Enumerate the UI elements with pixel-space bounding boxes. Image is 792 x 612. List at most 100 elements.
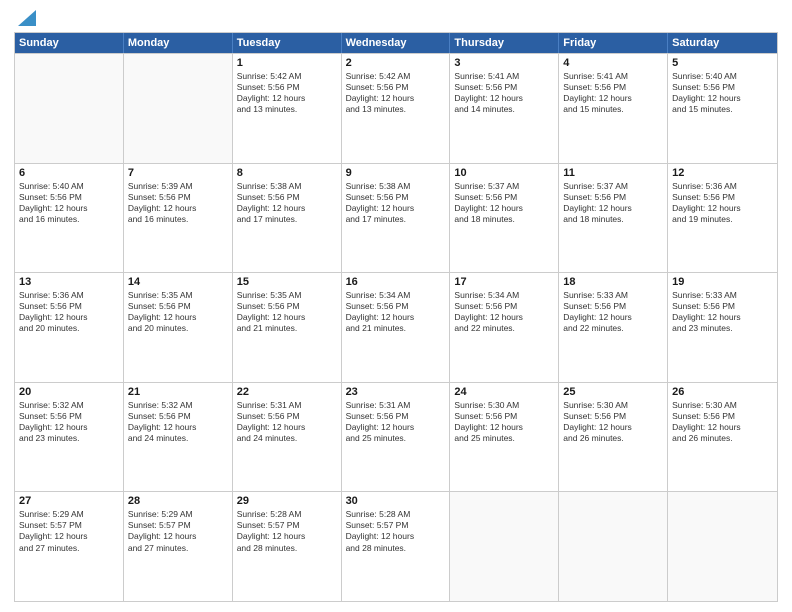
cell-info-line: Sunset: 5:57 PM bbox=[346, 520, 446, 531]
cell-info-line: Sunrise: 5:38 AM bbox=[237, 181, 337, 192]
cell-info-line: Daylight: 12 hours bbox=[346, 203, 446, 214]
cell-info-line: Daylight: 12 hours bbox=[128, 312, 228, 323]
cell-info-line: Sunrise: 5:37 AM bbox=[563, 181, 663, 192]
calendar-cell: 2Sunrise: 5:42 AMSunset: 5:56 PMDaylight… bbox=[342, 54, 451, 163]
cell-info-line: Sunrise: 5:32 AM bbox=[19, 400, 119, 411]
cell-info-line: Sunset: 5:56 PM bbox=[563, 192, 663, 203]
cell-info-line: Sunset: 5:56 PM bbox=[563, 82, 663, 93]
day-number: 29 bbox=[237, 495, 337, 507]
cell-info-line: and 24 minutes. bbox=[237, 433, 337, 444]
day-number: 16 bbox=[346, 276, 446, 288]
cell-info-line: and 16 minutes. bbox=[128, 214, 228, 225]
header bbox=[14, 10, 778, 26]
cell-info-line: and 21 minutes. bbox=[346, 323, 446, 334]
cell-info-line: Sunrise: 5:30 AM bbox=[454, 400, 554, 411]
cell-info-line: Sunrise: 5:31 AM bbox=[346, 400, 446, 411]
calendar-header-cell: Thursday bbox=[450, 33, 559, 53]
cell-info-line: Sunset: 5:56 PM bbox=[454, 301, 554, 312]
cell-info-line: Daylight: 12 hours bbox=[454, 93, 554, 104]
day-number: 2 bbox=[346, 57, 446, 69]
calendar-cell bbox=[124, 54, 233, 163]
cell-info-line: Sunrise: 5:35 AM bbox=[128, 290, 228, 301]
cell-info-line: Sunrise: 5:38 AM bbox=[346, 181, 446, 192]
day-number: 22 bbox=[237, 386, 337, 398]
day-number: 26 bbox=[672, 386, 773, 398]
cell-info-line: Sunset: 5:56 PM bbox=[19, 411, 119, 422]
cell-info-line: Daylight: 12 hours bbox=[672, 203, 773, 214]
day-number: 12 bbox=[672, 167, 773, 179]
day-number: 17 bbox=[454, 276, 554, 288]
cell-info-line: and 15 minutes. bbox=[672, 104, 773, 115]
calendar-week: 13Sunrise: 5:36 AMSunset: 5:56 PMDayligh… bbox=[15, 272, 777, 382]
cell-info-line: and 23 minutes. bbox=[19, 433, 119, 444]
cell-info-line: Sunset: 5:56 PM bbox=[563, 411, 663, 422]
cell-info-line: Sunset: 5:56 PM bbox=[346, 192, 446, 203]
day-number: 27 bbox=[19, 495, 119, 507]
calendar-cell: 10Sunrise: 5:37 AMSunset: 5:56 PMDayligh… bbox=[450, 164, 559, 273]
cell-info-line: and 16 minutes. bbox=[19, 214, 119, 225]
logo bbox=[14, 10, 36, 26]
calendar-cell: 29Sunrise: 5:28 AMSunset: 5:57 PMDayligh… bbox=[233, 492, 342, 601]
cell-info-line: Daylight: 12 hours bbox=[672, 312, 773, 323]
cell-info-line: and 19 minutes. bbox=[672, 214, 773, 225]
cell-info-line: Sunrise: 5:30 AM bbox=[672, 400, 773, 411]
cell-info-line: and 27 minutes. bbox=[19, 543, 119, 554]
day-number: 13 bbox=[19, 276, 119, 288]
calendar-header-cell: Sunday bbox=[15, 33, 124, 53]
cell-info-line: Daylight: 12 hours bbox=[563, 422, 663, 433]
cell-info-line: Sunrise: 5:41 AM bbox=[563, 71, 663, 82]
cell-info-line: Sunrise: 5:35 AM bbox=[237, 290, 337, 301]
day-number: 8 bbox=[237, 167, 337, 179]
cell-info-line: Sunset: 5:56 PM bbox=[672, 411, 773, 422]
cell-info-line: and 24 minutes. bbox=[128, 433, 228, 444]
calendar-cell: 11Sunrise: 5:37 AMSunset: 5:56 PMDayligh… bbox=[559, 164, 668, 273]
day-number: 30 bbox=[346, 495, 446, 507]
cell-info-line: and 22 minutes. bbox=[563, 323, 663, 334]
cell-info-line: and 21 minutes. bbox=[237, 323, 337, 334]
calendar-cell: 1Sunrise: 5:42 AMSunset: 5:56 PMDaylight… bbox=[233, 54, 342, 163]
day-number: 25 bbox=[563, 386, 663, 398]
cell-info-line: Sunset: 5:56 PM bbox=[237, 301, 337, 312]
calendar-week: 1Sunrise: 5:42 AMSunset: 5:56 PMDaylight… bbox=[15, 53, 777, 163]
cell-info-line: Sunset: 5:56 PM bbox=[672, 301, 773, 312]
day-number: 11 bbox=[563, 167, 663, 179]
day-number: 23 bbox=[346, 386, 446, 398]
day-number: 6 bbox=[19, 167, 119, 179]
day-number: 14 bbox=[128, 276, 228, 288]
cell-info-line: Daylight: 12 hours bbox=[454, 203, 554, 214]
cell-info-line: Daylight: 12 hours bbox=[454, 312, 554, 323]
calendar-cell: 18Sunrise: 5:33 AMSunset: 5:56 PMDayligh… bbox=[559, 273, 668, 382]
cell-info-line: Sunrise: 5:29 AM bbox=[128, 509, 228, 520]
cell-info-line: Sunset: 5:56 PM bbox=[346, 301, 446, 312]
cell-info-line: Daylight: 12 hours bbox=[19, 203, 119, 214]
calendar-header-cell: Monday bbox=[124, 33, 233, 53]
cell-info-line: Daylight: 12 hours bbox=[237, 93, 337, 104]
calendar-cell: 13Sunrise: 5:36 AMSunset: 5:56 PMDayligh… bbox=[15, 273, 124, 382]
cell-info-line: Sunset: 5:56 PM bbox=[19, 301, 119, 312]
calendar-cell: 22Sunrise: 5:31 AMSunset: 5:56 PMDayligh… bbox=[233, 383, 342, 492]
calendar-header-cell: Wednesday bbox=[342, 33, 451, 53]
cell-info-line: Sunrise: 5:42 AM bbox=[237, 71, 337, 82]
cell-info-line: Daylight: 12 hours bbox=[346, 93, 446, 104]
calendar-cell: 26Sunrise: 5:30 AMSunset: 5:56 PMDayligh… bbox=[668, 383, 777, 492]
cell-info-line: Sunrise: 5:28 AM bbox=[237, 509, 337, 520]
calendar-cell bbox=[668, 492, 777, 601]
day-number: 15 bbox=[237, 276, 337, 288]
calendar-cell: 19Sunrise: 5:33 AMSunset: 5:56 PMDayligh… bbox=[668, 273, 777, 382]
cell-info-line: Sunset: 5:56 PM bbox=[128, 301, 228, 312]
calendar-cell: 16Sunrise: 5:34 AMSunset: 5:56 PMDayligh… bbox=[342, 273, 451, 382]
cell-info-line: Sunset: 5:57 PM bbox=[128, 520, 228, 531]
cell-info-line: Sunset: 5:56 PM bbox=[19, 192, 119, 203]
cell-info-line: Daylight: 12 hours bbox=[672, 93, 773, 104]
calendar-cell: 9Sunrise: 5:38 AMSunset: 5:56 PMDaylight… bbox=[342, 164, 451, 273]
day-number: 1 bbox=[237, 57, 337, 69]
cell-info-line: Sunrise: 5:39 AM bbox=[128, 181, 228, 192]
calendar-header-cell: Friday bbox=[559, 33, 668, 53]
cell-info-line: and 14 minutes. bbox=[454, 104, 554, 115]
day-number: 18 bbox=[563, 276, 663, 288]
cell-info-line: Sunrise: 5:33 AM bbox=[672, 290, 773, 301]
cell-info-line: Sunset: 5:56 PM bbox=[346, 82, 446, 93]
calendar-cell: 8Sunrise: 5:38 AMSunset: 5:56 PMDaylight… bbox=[233, 164, 342, 273]
cell-info-line: Daylight: 12 hours bbox=[128, 422, 228, 433]
calendar-cell: 6Sunrise: 5:40 AMSunset: 5:56 PMDaylight… bbox=[15, 164, 124, 273]
